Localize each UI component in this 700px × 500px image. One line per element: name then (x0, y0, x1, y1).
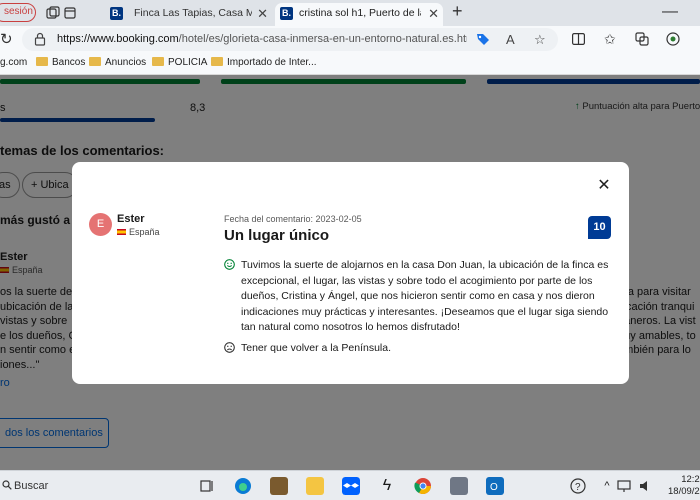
tag-icon[interactable] (476, 33, 490, 46)
url-text[interactable]: https://www.booking.com/hotel/es/gloriet… (57, 33, 467, 45)
taskbar-search[interactable]: Buscar (14, 480, 48, 492)
url-field[interactable]: https://www.booking.com/hotel/es/gloriet… (22, 28, 558, 51)
booking-favicon-icon: B. (280, 7, 293, 20)
refresh-icon[interactable]: ↻ (0, 30, 13, 48)
folder-icon (89, 57, 101, 66)
review-score-badge: 10 (588, 216, 611, 239)
bookmark-booking[interactable]: g.com (0, 57, 27, 68)
split-screen-icon[interactable] (572, 33, 585, 45)
bookmark-label: Anuncios (105, 57, 147, 68)
lock-icon[interactable] (34, 32, 46, 46)
tab-title: Finca Las Tapias, Casa Mañé · Mercado (134, 7, 252, 19)
svg-text:O: O (490, 482, 498, 493)
read-aloud-icon[interactable]: A (506, 32, 515, 47)
close-tab-icon[interactable]: ✕ (428, 3, 439, 24)
photos-app-icon[interactable] (270, 477, 288, 495)
smile-icon (224, 259, 235, 270)
frown-icon (224, 342, 235, 353)
clock-date: 18/09/20 (668, 486, 700, 497)
minimize-icon[interactable]: — (662, 3, 678, 21)
search-icon[interactable] (2, 480, 12, 490)
chrome-icon[interactable] (414, 477, 432, 495)
bookmark-label: POLICIA (168, 57, 208, 68)
outlook-icon[interactable]: O (486, 477, 504, 495)
close-icon[interactable]: ✕ (596, 178, 612, 194)
folder-icon (211, 57, 223, 66)
new-tab-icon[interactable]: + (452, 1, 463, 22)
bookmark-label: Importado de Inter... (227, 57, 317, 68)
file-explorer-icon[interactable] (306, 477, 324, 495)
country-label: España (129, 227, 160, 237)
review-positive-text: Tuvimos la suerte de alojarnos en la cas… (241, 259, 609, 333)
workspaces-icon[interactable] (46, 6, 60, 20)
taskbar-app-icon[interactable] (450, 477, 468, 495)
favorite-star-icon[interactable]: ☆ (534, 32, 546, 48)
address-bar: ↻ https://www.booking.com/hotel/es/glori… (0, 26, 700, 53)
bookmark-label: Bancos (52, 57, 86, 68)
app-bolt-icon[interactable]: ϟ (378, 477, 396, 495)
folder-icon (36, 57, 48, 66)
clock-time: 12:26 (681, 474, 700, 485)
spain-flag-icon (117, 229, 126, 235)
help-icon[interactable]: ? (570, 478, 586, 494)
reviewer-country: España (117, 227, 160, 237)
session-button[interactable]: sesión (0, 3, 36, 22)
task-view-icon[interactable] (198, 477, 216, 495)
volume-icon[interactable] (637, 477, 655, 495)
review-modal: ✕ E Ester España Fecha del comentario: 2… (72, 162, 629, 384)
bookmark-folder-bancos[interactable]: Bancos (36, 57, 85, 68)
tray-chevron-icon[interactable]: ^ (598, 477, 616, 495)
taskbar: Buscar ϟ O ? ^ 12:26 18/09/20 (0, 470, 700, 500)
url-host: https://www.booking.com (57, 33, 179, 45)
bookmark-folder-policia[interactable]: POLICIA (152, 57, 207, 68)
bookmark-folder-importado[interactable]: Importado de Inter... (211, 57, 317, 68)
url-path: /hotel/es/glorieta-casa-inmersa-en-un-en… (178, 33, 467, 45)
favorites-icon[interactable]: ✩ (604, 31, 616, 48)
tab-finca[interactable]: B. Finca Las Tapias, Casa Mañé · Mercado… (82, 3, 272, 26)
dropbox-icon[interactable] (342, 477, 360, 495)
booking-favicon-icon: B. (110, 7, 123, 20)
review-date: Fecha del comentario: 2023-02-05 (224, 214, 362, 224)
review-negative-text: Tener que volver a la Península. (241, 342, 392, 354)
tab-cristina[interactable]: B. cristina sol h1, Puerto de la Cruz (a… (275, 3, 443, 26)
tab-actions-icon[interactable] (64, 7, 76, 19)
extension-icon[interactable] (666, 32, 680, 46)
collections-icon[interactable] (635, 32, 649, 46)
close-tab-icon[interactable]: ✕ (257, 3, 268, 24)
tab-title: cristina sol h1, Puerto de la Cruz (ac (299, 7, 421, 19)
tab-bar: sesión B. Finca Las Tapias, Casa Mañé · … (0, 0, 700, 26)
clock[interactable]: 12:26 18/09/20 (668, 474, 700, 498)
bookmark-folder-anuncios[interactable]: Anuncios (89, 57, 146, 68)
edge-browser-icon[interactable] (234, 477, 252, 495)
reviewer-name: Ester (117, 213, 145, 225)
review-title: Un lugar único (224, 227, 329, 244)
avatar: E (89, 213, 112, 236)
svg-text:?: ? (575, 482, 581, 493)
folder-icon (152, 57, 164, 66)
bookmarks-bar: g.com Bancos Anuncios POLICIA Importado … (0, 53, 700, 75)
network-icon[interactable] (615, 477, 633, 495)
